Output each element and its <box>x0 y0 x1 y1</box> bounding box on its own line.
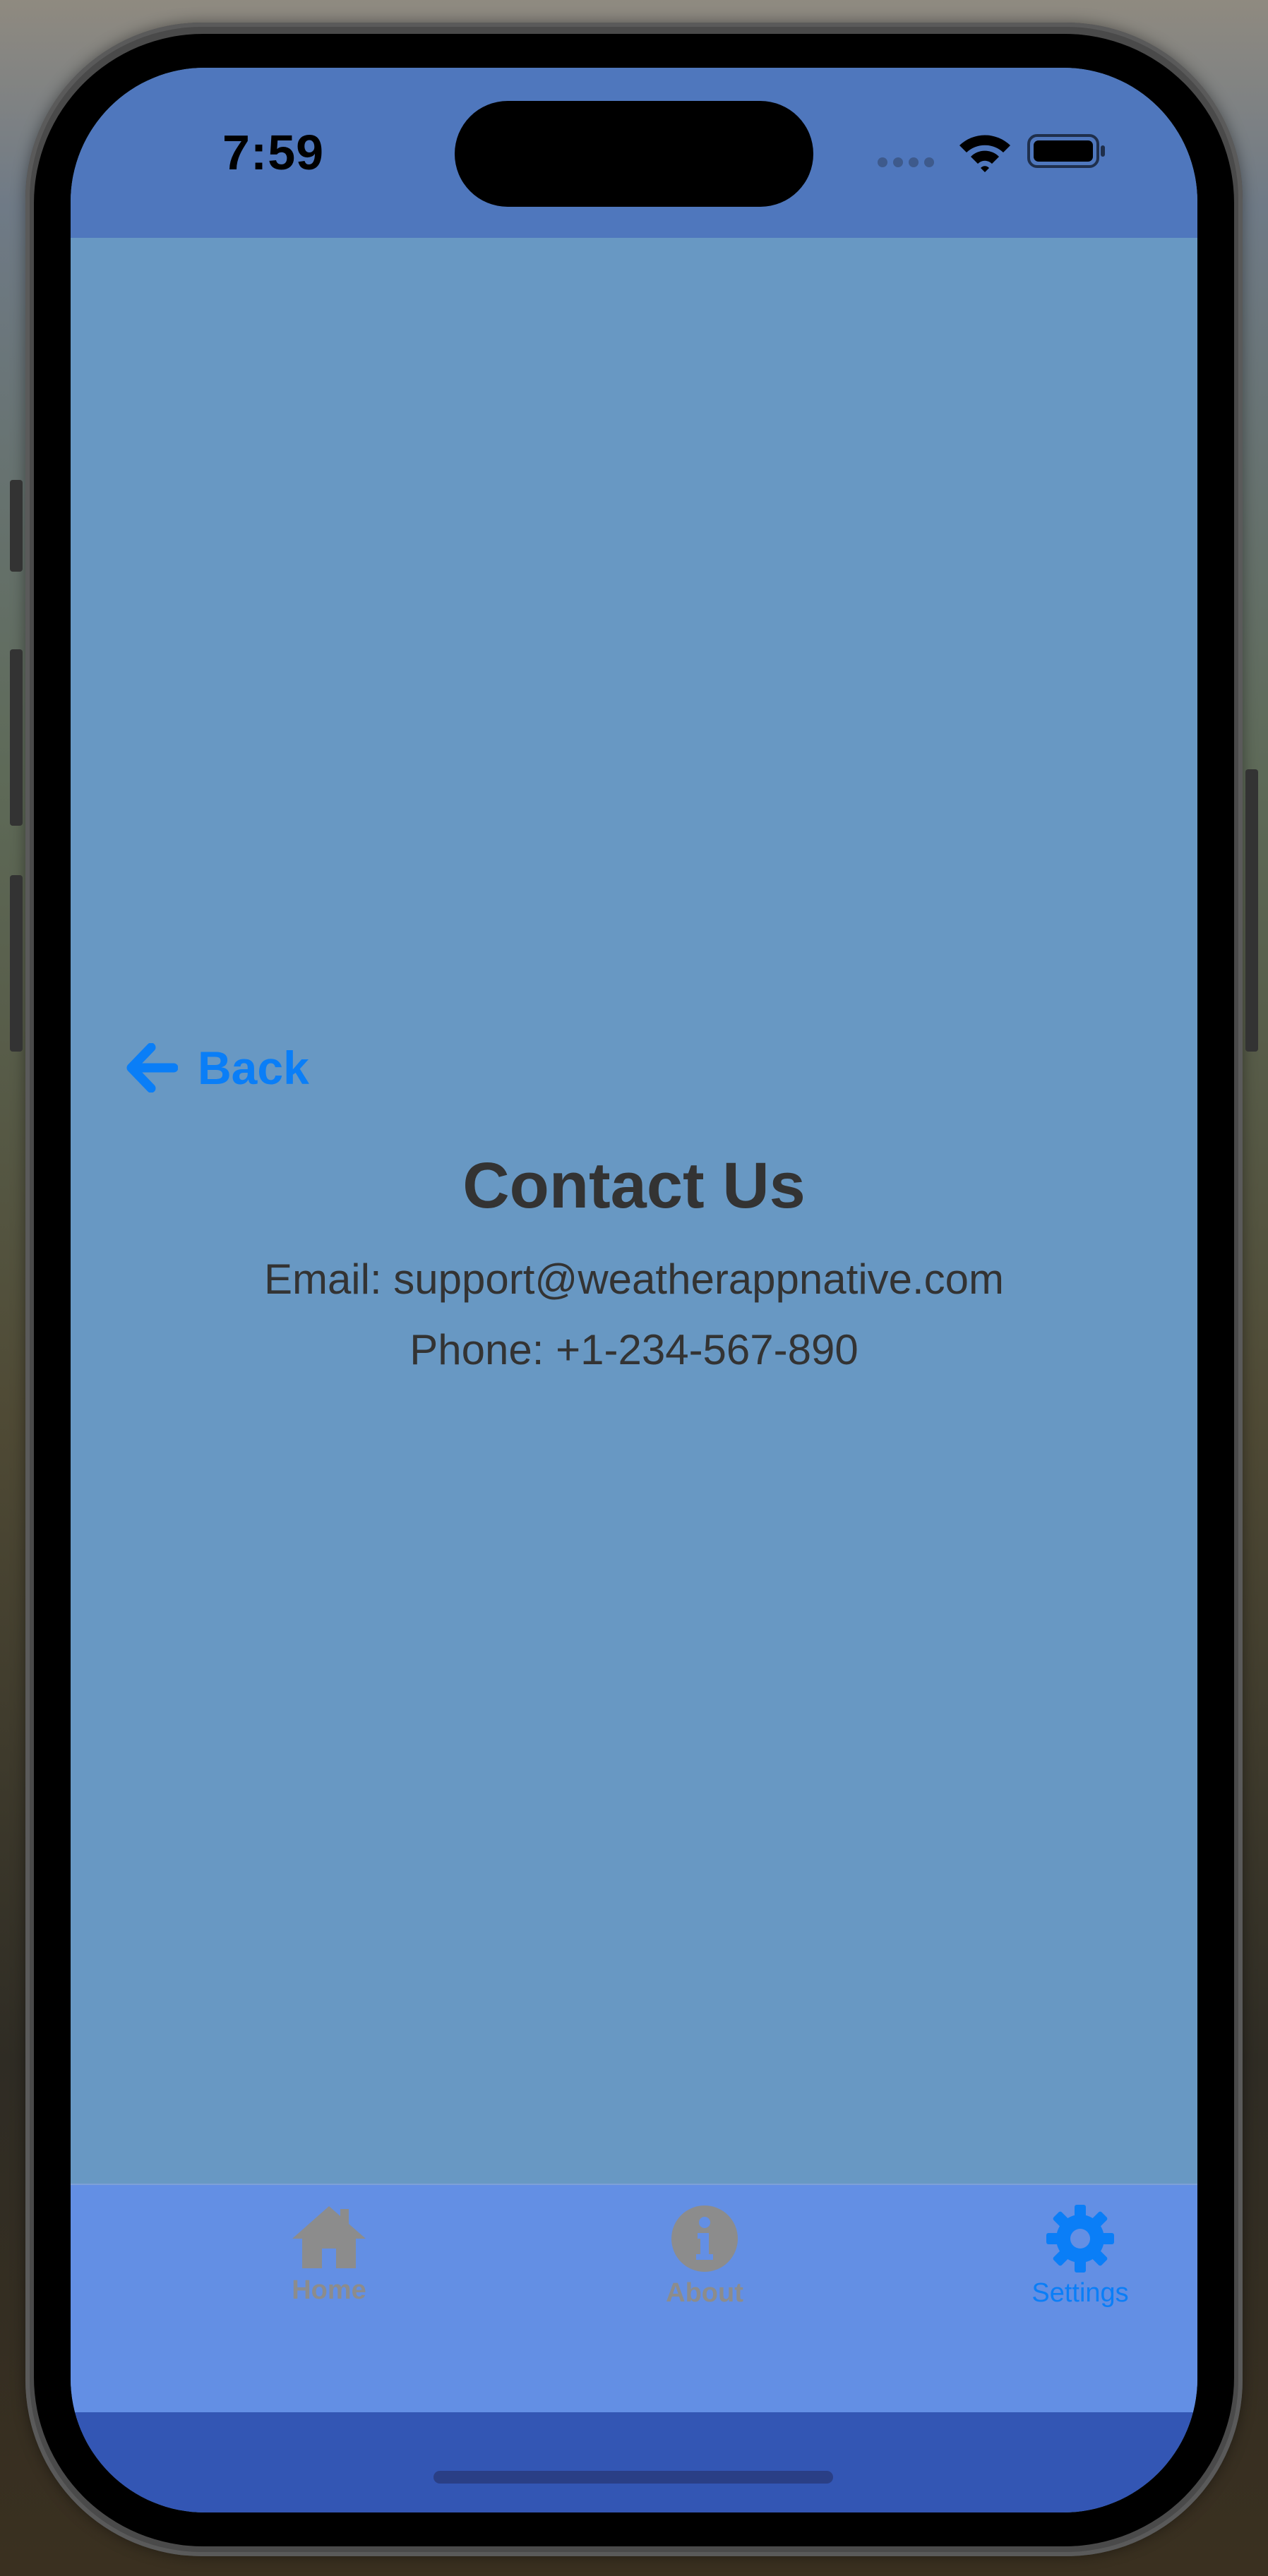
contact-email: Email: support@weatherappnative.com <box>263 1256 1005 1303</box>
phone-screen: 7:59 Back Contact Us Email: support@weat… <box>71 68 1197 2512</box>
battery-icon <box>1027 134 1105 168</box>
home-indicator-area <box>71 2412 1197 2512</box>
wifi-icon <box>959 135 1010 172</box>
tab-home[interactable]: Home <box>223 2203 435 2323</box>
status-time: 7:59 <box>222 125 325 180</box>
volume-down-button <box>10 875 23 1052</box>
home-indicator[interactable] <box>433 2471 833 2484</box>
tab-about-label: About <box>666 2278 743 2308</box>
contact-phone: Phone: +1-234-567-890 <box>409 1326 859 1373</box>
volume-up-button <box>10 649 23 826</box>
home-icon <box>292 2206 366 2268</box>
arrow-left-icon <box>126 1043 178 1093</box>
tab-settings[interactable]: Settings <box>974 2203 1186 2323</box>
tab-bar: Home About Settings <box>71 2184 1197 2414</box>
cellular-signal-icon <box>878 157 934 167</box>
page-title: Contact Us <box>462 1150 806 1222</box>
power-button <box>1245 769 1258 1052</box>
mute-switch <box>10 480 23 572</box>
tab-about[interactable]: About <box>599 2203 811 2323</box>
back-button[interactable]: Back <box>126 1036 309 1100</box>
status-bar: 7:59 <box>71 68 1197 238</box>
info-icon <box>671 2205 738 2272</box>
back-label: Back <box>198 1042 309 1094</box>
tab-settings-label: Settings <box>1031 2278 1129 2308</box>
tab-home-label: Home <box>292 2275 366 2305</box>
dynamic-island <box>455 101 813 207</box>
gear-icon <box>1046 2205 1114 2273</box>
